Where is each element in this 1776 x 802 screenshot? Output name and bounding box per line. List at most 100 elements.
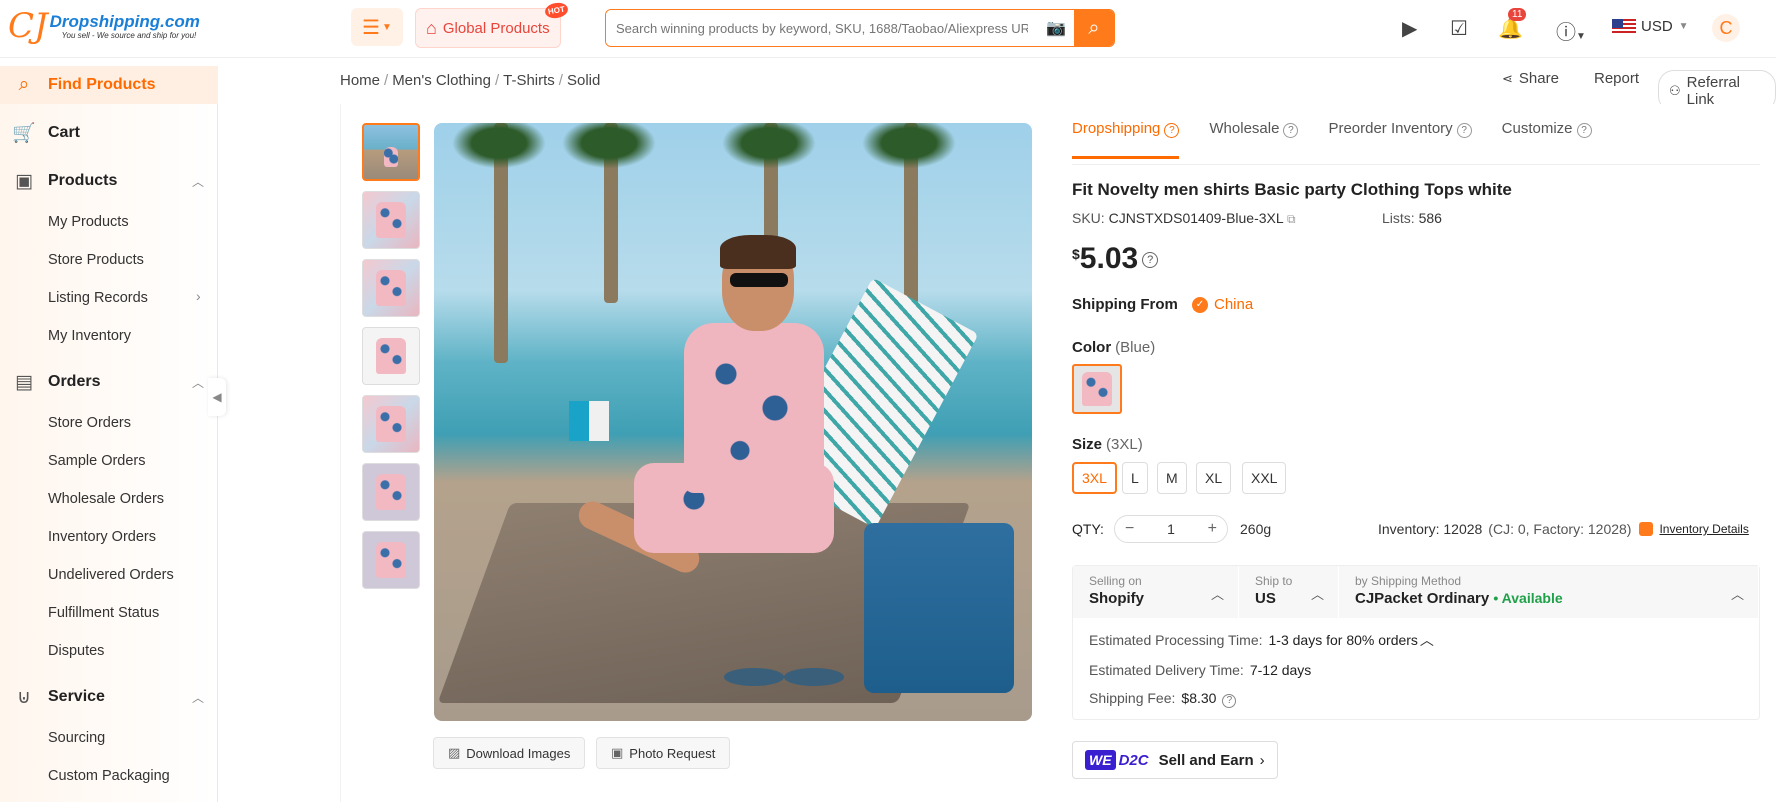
price: $5.03?	[1072, 242, 1159, 276]
sidebar-item-find-products[interactable]: ⌕ Find Products	[0, 66, 218, 104]
service-icon: ⊍	[17, 686, 31, 708]
inventory-total: Inventory: 12028	[1378, 521, 1483, 537]
sidebar-item-sourcing[interactable]: Sourcing	[48, 730, 105, 746]
menu-list-icon: ☰	[362, 16, 381, 39]
chevron-right-icon: ›	[196, 288, 201, 304]
size-option-m[interactable]: M	[1157, 462, 1187, 494]
breadcrumb-mens-clothing[interactable]: Men's Clothing	[392, 72, 491, 89]
selling-on-selector[interactable]: Selling on Shopify ︿	[1073, 566, 1239, 618]
size-option-3xl[interactable]: 3XL	[1072, 462, 1117, 494]
chevron-up-icon: ︿	[1310, 587, 1324, 602]
thumbnail-7[interactable]	[362, 531, 420, 589]
share-label: Share	[1518, 70, 1559, 87]
currency-selector[interactable]: USD ▼	[1612, 18, 1689, 35]
search-doc-icon: ⌕	[18, 74, 30, 95]
inventory-details-link[interactable]: Inventory Details	[1659, 522, 1748, 536]
category-menu-button[interactable]: ☰ ▼	[351, 8, 403, 46]
qty-label: QTY:	[1072, 521, 1104, 537]
sidebar-item-custom-packaging[interactable]: Custom Packaging	[48, 768, 170, 784]
photo-request-button[interactable]: ▣ Photo Request	[596, 737, 731, 769]
lists-label: Lists:	[1382, 210, 1415, 226]
sidebar-section-service[interactable]: ⊍ Service ︿	[0, 686, 218, 708]
sidebar-item-cart[interactable]: 🛒 Cart	[0, 122, 218, 144]
help-circle-icon[interactable]: ?	[1142, 252, 1159, 269]
breadcrumb-t-shirts[interactable]: T-Shirts	[503, 72, 555, 89]
shipping-method-selector[interactable]: by Shipping Method CJPacket Ordinary • A…	[1339, 566, 1759, 618]
logo[interactable]: CJ Dropshipping.com You sell - We source…	[8, 8, 200, 44]
plus-icon[interactable]: +	[1208, 520, 1217, 538]
tab-wholesale[interactable]: Wholesale?	[1209, 120, 1299, 159]
quantity-value[interactable]: 1	[1167, 521, 1175, 537]
purchase-type-tabs: Dropshipping? Wholesale? Preorder Invent…	[1072, 120, 1622, 159]
sell-and-earn-button[interactable]: WE D2C Sell and Earn ›	[1072, 741, 1278, 779]
search-icon: ⌕	[1088, 16, 1100, 39]
ship-to-selector[interactable]: Ship to US ︿	[1239, 566, 1339, 618]
main-product-image[interactable]	[434, 123, 1032, 721]
avatar[interactable]: C	[1712, 14, 1740, 42]
color-label: Color (Blue)	[1072, 339, 1156, 356]
report-button[interactable]: Report	[1594, 70, 1639, 87]
search-button[interactable]: ⌕	[1074, 10, 1114, 46]
help-circle-icon: ?	[1456, 123, 1472, 138]
tab-preorder-inventory[interactable]: Preorder Inventory?	[1328, 120, 1472, 159]
breadcrumb-home[interactable]: Home	[340, 72, 380, 89]
chevron-up-icon[interactable]: ︿	[1420, 632, 1434, 648]
size-option-xxl[interactable]: XXL	[1242, 462, 1287, 494]
sidebar-item-inventory-orders[interactable]: Inventory Orders	[48, 529, 156, 545]
sidebar-item-store-products[interactable]: Store Products	[48, 252, 144, 268]
tab-customize[interactable]: Customize?	[1502, 120, 1592, 159]
task-calendar-icon[interactable]: ☑	[1450, 16, 1468, 41]
global-products-button[interactable]: ⌂ Global Products HOT	[415, 1, 570, 48]
bell-icon[interactable]: 🔔 11	[1498, 8, 1527, 41]
sidebar-section-label: Products	[48, 172, 118, 189]
size-option-xl[interactable]: XL	[1196, 462, 1232, 494]
sidebar-item-store-orders[interactable]: Store Orders	[48, 415, 131, 431]
help-circle-icon: ?	[1164, 123, 1180, 138]
sidebar-item-my-products[interactable]: My Products	[48, 214, 129, 230]
thumbnail-6[interactable]	[362, 463, 420, 521]
sidebar-item-my-inventory[interactable]: My Inventory	[48, 328, 131, 344]
sidebar-item-fulfillment-status[interactable]: Fulfillment Status	[48, 605, 159, 621]
shipping-fee: Shipping Fee: $8.30?	[1073, 690, 1759, 708]
sidebar-section-label: Service	[48, 688, 105, 705]
sidebar-section-orders[interactable]: ▤ Orders ︿	[0, 371, 218, 393]
shipping-method-value: CJPacket Ordinary	[1355, 590, 1490, 607]
shipping-from-value: China	[1214, 296, 1254, 313]
color-value: (Blue)	[1115, 339, 1156, 356]
image-icon: ▨	[448, 745, 461, 760]
help-icon[interactable]: ⓘ▼	[1556, 16, 1586, 45]
search-input[interactable]	[606, 10, 1038, 46]
help-circle-icon[interactable]: ?	[1222, 694, 1237, 708]
sidebar-section-products[interactable]: ▣ Products ︿	[0, 170, 218, 192]
thumbnail-3[interactable]	[362, 259, 420, 317]
thumbnail-2[interactable]	[362, 191, 420, 249]
minus-icon[interactable]: −	[1125, 520, 1134, 538]
size-label: Size (3XL)	[1072, 436, 1143, 453]
camera-icon[interactable]: 📷	[1038, 10, 1074, 46]
copy-icon[interactable]: ⧉	[1287, 212, 1296, 226]
color-swatch-blue[interactable]	[1072, 364, 1122, 414]
sidebar-item-listing-records[interactable]: Listing Records	[48, 290, 148, 306]
sidebar-item-undelivered-orders[interactable]: Undelivered Orders	[48, 567, 174, 583]
size-option-l[interactable]: L	[1122, 462, 1148, 494]
caret-down-icon: ▼	[1576, 31, 1586, 42]
download-images-button[interactable]: ▨ Download Images	[433, 737, 586, 769]
thumbnail-4[interactable]	[362, 327, 420, 385]
quantity-stepper: − 1 +	[1114, 515, 1228, 543]
logo-mark-icon: CJ	[8, 6, 48, 46]
thumbnail-5[interactable]	[362, 395, 420, 453]
camera-icon: ▣	[611, 745, 624, 760]
tab-dropshipping[interactable]: Dropshipping?	[1072, 120, 1180, 159]
thumbnail-1[interactable]	[362, 123, 420, 181]
sidebar-collapse-button[interactable]: ◀	[208, 378, 226, 416]
sidebar-item-disputes[interactable]: Disputes	[48, 643, 104, 659]
price-value: 5.03	[1079, 242, 1139, 275]
sidebar-item-wholesale-orders[interactable]: Wholesale Orders	[48, 491, 164, 507]
we-logo: WE	[1085, 750, 1116, 770]
shipping-from-option[interactable]: ✓ China	[1192, 296, 1253, 313]
video-icon[interactable]: ▶	[1402, 16, 1417, 41]
breadcrumb-solid[interactable]: Solid	[567, 72, 600, 89]
processing-time: Estimated Processing Time: 1-3 days for 8…	[1089, 632, 1434, 648]
share-button[interactable]: ⋖ Share	[1502, 70, 1559, 87]
sidebar-item-sample-orders[interactable]: Sample Orders	[48, 453, 146, 469]
